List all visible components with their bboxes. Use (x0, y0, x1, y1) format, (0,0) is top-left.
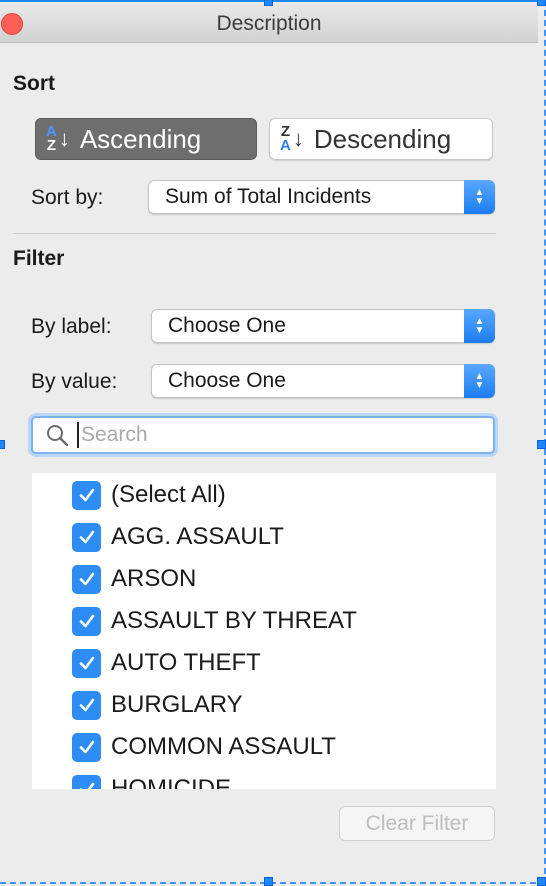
list-item[interactable]: AUTO THEFT (72, 647, 261, 679)
sort-by-label: Sort by: (31, 186, 104, 209)
title-bar: Description (0, 4, 538, 43)
filter-heading: Filter (13, 247, 65, 270)
chevron-updown-icon: ▲ ▼ (464, 364, 495, 398)
sort-heading: Sort (13, 72, 55, 95)
checkbox-checked-icon[interactable] (72, 480, 101, 510)
search-icon (47, 425, 69, 447)
list-item[interactable]: HOMICIDE (72, 773, 231, 789)
list-item-label: COMMON ASSAULT (111, 733, 336, 760)
by-label-select[interactable]: Choose One ▲ ▼ (151, 309, 495, 343)
list-item[interactable]: ASSAULT BY THREAT (72, 605, 357, 637)
by-value-value: Choose One (168, 369, 286, 392)
checkbox-checked-icon[interactable] (72, 732, 101, 762)
by-value-select[interactable]: Choose One ▲ ▼ (151, 364, 495, 398)
ascending-button[interactable]: AZ ↓ Ascending (35, 118, 257, 160)
descending-label: Descending (313, 123, 452, 154)
sort-by-value: Sum of Total Incidents (165, 185, 372, 208)
chevron-updown-icon: ▲ ▼ (464, 309, 495, 343)
list-item-label: ASSAULT BY THREAT (111, 607, 357, 634)
descending-button[interactable]: ZA ↓ Descending (269, 118, 493, 160)
resize-handle-bottom-right[interactable] (537, 877, 546, 886)
by-label-value: Choose One (168, 314, 286, 337)
search-input[interactable] (77, 422, 483, 448)
list-item[interactable]: BURGLARY (72, 689, 243, 721)
list-item[interactable]: ARSON (72, 563, 196, 595)
list-item-label: BURGLARY (111, 691, 243, 718)
list-item-label: ARSON (111, 565, 197, 592)
checkbox-checked-icon[interactable] (72, 564, 101, 594)
sort-descending-icon: ZA ↓ (280, 123, 304, 154)
section-divider (13, 233, 496, 234)
checkbox-checked-icon[interactable] (72, 606, 101, 636)
list-item[interactable]: AGG. ASSAULT (72, 521, 284, 553)
list-item-label: AGG. ASSAULT (111, 523, 284, 550)
list-item-select-all[interactable]: (Select All) (72, 479, 226, 511)
resize-handle-right[interactable] (537, 440, 546, 449)
clear-filter-button[interactable]: Clear Filter (339, 806, 495, 841)
list-item-label: AUTO THEFT (111, 649, 261, 676)
window-frame: Description Sort AZ ↓ Ascending ZA ↓ Des… (0, 0, 546, 884)
sort-ascending-icon: AZ ↓ (46, 123, 70, 154)
checkbox-checked-icon[interactable] (72, 648, 101, 678)
resize-handle-top-right[interactable] (537, 0, 546, 6)
by-value-label: By value: (31, 370, 118, 393)
resize-handle-top[interactable] (264, 0, 273, 6)
checkbox-checked-icon[interactable] (72, 690, 101, 720)
list-item-label: (Select All) (111, 481, 226, 508)
window-title: Description (216, 12, 322, 35)
checkbox-checked-icon[interactable] (72, 774, 101, 789)
search-box[interactable] (31, 416, 495, 454)
checkbox-checked-icon[interactable] (72, 522, 101, 552)
list-item-label: HOMICIDE (111, 775, 231, 789)
resize-handle-bottom[interactable] (264, 877, 273, 886)
by-label-label: By label: (31, 315, 112, 338)
list-item[interactable]: COMMON ASSAULT (72, 731, 336, 763)
resize-handle-left[interactable] (0, 440, 5, 449)
ascending-label: Ascending (79, 123, 202, 154)
chevron-updown-icon: ▲ ▼ (464, 180, 495, 214)
sort-by-select[interactable]: Sum of Total Incidents ▲ ▼ (148, 180, 495, 214)
filter-list[interactable]: (Select All) AGG. ASSAULT ARSON ASSAULT … (32, 473, 496, 789)
